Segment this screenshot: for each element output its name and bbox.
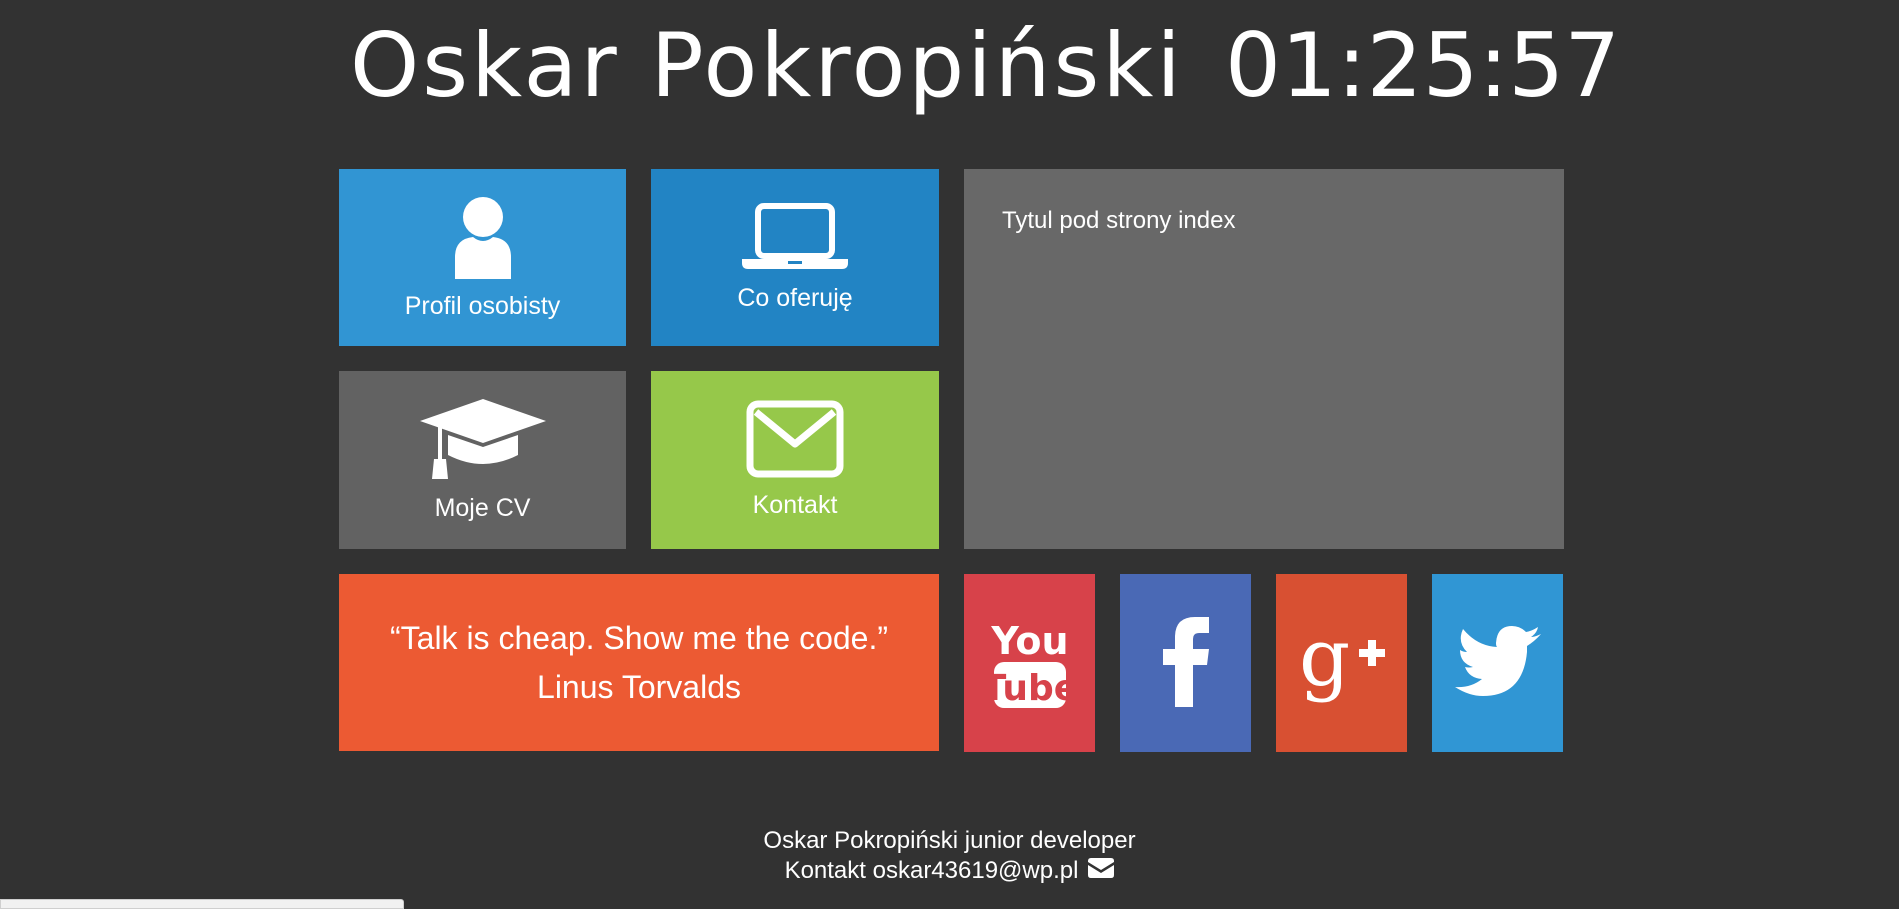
twitter-icon — [1454, 625, 1541, 701]
tile-profile[interactable]: Profil osobisty — [339, 169, 626, 346]
twitter-link[interactable] — [1432, 574, 1563, 752]
footer-line1: Oskar Pokropiński junior developer — [763, 827, 1136, 854]
panel-title: Tytul pod strony index — [1002, 207, 1236, 234]
facebook-icon — [1161, 615, 1211, 712]
site-title: Oskar Pokropiński — [350, 14, 1184, 117]
quote-author: Linus Torvalds — [537, 668, 741, 705]
clock: 01:25:57 — [1225, 14, 1621, 117]
youtube-link[interactable]: You Tube — [964, 574, 1095, 752]
tile-label: Co oferuję — [737, 283, 853, 312]
tile-cv[interactable]: Moje CV — [339, 371, 626, 549]
google-plus-link[interactable]: g — [1276, 574, 1407, 752]
tile-offer[interactable]: Co oferuję — [651, 169, 939, 346]
quote-box: “Talk is cheap. Show me the code.” Linus… — [339, 574, 939, 751]
svg-text:You: You — [990, 619, 1068, 663]
tile-label: Kontakt — [752, 491, 838, 519]
svg-text:g: g — [1299, 615, 1350, 704]
graduation-cap-icon — [419, 397, 546, 486]
svg-text:Tube: Tube — [990, 668, 1070, 709]
footer-contact: Kontakt oskar43619@wp.pl — [0, 856, 1899, 886]
facebook-link[interactable] — [1120, 574, 1251, 752]
laptop-icon — [742, 202, 848, 276]
browser-status-bar — [0, 899, 404, 909]
user-icon — [453, 195, 513, 284]
google-plus-icon: g — [1297, 611, 1387, 712]
footer-contact-text: Kontakt oskar43619@wp.pl — [784, 857, 1079, 884]
footer: Oskar Pokropiński junior developer Konta… — [0, 826, 1899, 886]
youtube-icon: You Tube — [981, 612, 1077, 715]
tile-contact[interactable]: Kontakt — [651, 371, 939, 549]
quote-text: “Talk is cheap. Show me the code.” — [389, 619, 888, 656]
content-panel: Tytul pod strony index — [964, 169, 1564, 549]
tile-label: Profil osobisty — [404, 291, 561, 320]
tile-label: Moje CV — [434, 494, 531, 522]
envelope-icon[interactable] — [1088, 856, 1115, 886]
header: Oskar Pokropiński 01:25:57 — [0, 0, 1899, 140]
envelope-icon — [746, 400, 844, 483]
